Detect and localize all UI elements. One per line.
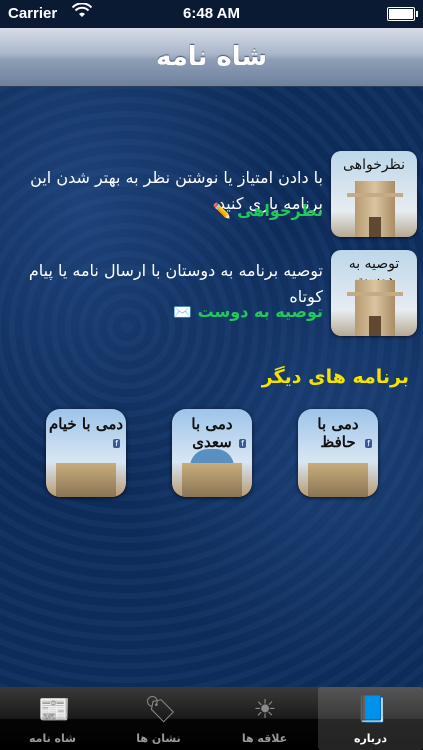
tab-about[interactable]: 📘 درباره <box>318 687 423 750</box>
building-image <box>56 463 116 497</box>
tomb-tower-image <box>347 280 403 336</box>
tag-icon: 🏷 <box>144 695 178 725</box>
battery-fill <box>389 9 413 19</box>
status-bar: Carrier 6:48 AM <box>0 0 423 28</box>
building-image <box>182 463 242 497</box>
recommend-link[interactable]: توصیه به دوست ✉️ <box>167 302 323 321</box>
newspaper-icon: 📰 <box>38 695 71 725</box>
facebook-icon: f <box>239 439 246 448</box>
feedback-link[interactable]: نظرخواهی ✏️ <box>207 201 323 220</box>
facebook-icon: f <box>113 439 120 448</box>
feedback-thumbnail-caption: نظرخواهی <box>343 157 405 173</box>
battery-icon <box>387 7 418 21</box>
page-title: شاه نامه <box>155 42 268 72</box>
pencil-icon: ✏️ <box>212 202 232 220</box>
clock: 6:48 AM <box>183 5 240 22</box>
recommend-thumbnail[interactable]: توصیه به دوست <box>331 250 417 336</box>
carrier-label: Carrier <box>8 5 58 22</box>
app-khayyam-title: دمی با خیام <box>48 415 124 433</box>
building-image <box>308 463 368 497</box>
tab-favorites-label: علاقه ها <box>241 732 288 745</box>
about-content: نظرخواهی با دادن امتیاز یا نوشتن نظر به … <box>0 87 423 687</box>
sun-icon: ☀ <box>253 695 277 725</box>
tab-bookmarks[interactable]: 🏷 نشان ها <box>106 687 211 750</box>
recommend-link-label: توصیه به دوست <box>197 302 323 321</box>
feedback-thumbnail[interactable]: نظرخواهی <box>331 151 417 237</box>
book-icon: 📘 <box>356 695 389 725</box>
tab-shahnameh-label: شاه نامه <box>28 732 76 745</box>
wifi-icon <box>71 2 93 23</box>
tab-about-label: درباره <box>353 732 388 745</box>
tab-shahnameh[interactable]: 📰 شاه نامه <box>0 687 105 750</box>
other-apps-heading: برنامه های دیگر <box>261 366 409 388</box>
app-hafez[interactable]: دمی با حافظ f <box>298 409 378 497</box>
tab-favorites[interactable]: ☀ علاقه ها <box>212 687 317 750</box>
feedback-link-label: نظرخواهی <box>237 201 323 220</box>
tab-bookmarks-label: نشان ها <box>136 732 181 745</box>
app-khayyam[interactable]: دمی با خیام f <box>46 409 126 497</box>
envelope-icon: ✉️ <box>173 303 192 321</box>
facebook-icon: f <box>365 439 372 448</box>
app-saadi[interactable]: دمی با سعدی f <box>172 409 252 497</box>
tomb-tower-image <box>347 181 403 237</box>
tab-bar: 📘 درباره ☀ علاقه ها 🏷 نشان ها 📰 شاه نامه <box>0 687 423 750</box>
navigation-bar: شاه نامه <box>0 28 423 87</box>
